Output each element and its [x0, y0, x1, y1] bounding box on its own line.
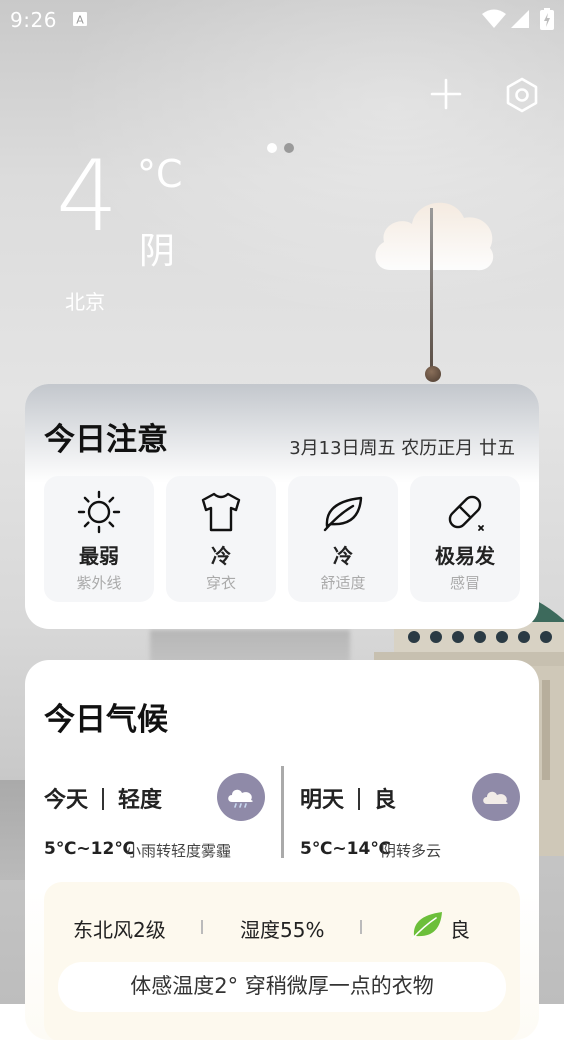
current-condition: 阴	[139, 231, 176, 272]
tomorrow-label: 明天	[300, 788, 345, 813]
cloud-icon	[472, 773, 520, 821]
humidity-info: 湿度55%	[240, 918, 325, 942]
sun-icon	[77, 490, 121, 534]
tower-spire	[430, 208, 433, 373]
page-dot-active	[267, 143, 277, 153]
tile-uv-value: 最弱	[79, 544, 119, 568]
feels-like: 体感温度2° 穿稍微厚一点的衣物	[58, 962, 506, 1012]
current-temperature: 4	[56, 140, 119, 254]
sim-icon: A	[73, 12, 87, 27]
settings-button[interactable]	[503, 76, 541, 114]
notice-title: 今日注意	[44, 422, 168, 458]
page-dot	[284, 143, 294, 153]
tile-clothing-value: 冷	[211, 544, 231, 568]
detail-separator	[201, 920, 203, 934]
signal-icon	[511, 10, 529, 28]
separator	[358, 788, 361, 810]
leaf-icon	[411, 912, 442, 940]
tile-comfort-value: 冷	[333, 544, 353, 568]
tomorrow-temp-range: 5℃~14℃	[300, 839, 391, 859]
tomorrow-description: 阴转多云	[381, 842, 442, 860]
today-header: 今天 轻度	[44, 782, 162, 814]
tile-cold-value: 极易发	[435, 544, 495, 568]
tile-uv[interactable]: 最弱 紫外线	[44, 476, 154, 602]
status-bar: 9:26 A	[0, 0, 564, 38]
today-description: 小雨转轻度雾霾	[126, 842, 232, 860]
today-climate-card: 今日气候 今天 轻度 5℃~12℃ 小雨转轻度雾霾 明天良 5℃~14℃ 阴转多云…	[25, 660, 539, 1040]
background-cloud-icon	[375, 202, 494, 271]
climate-details: 东北风2级 湿度55% 良 体感温度2° 穿稍微厚一点的衣物	[44, 882, 520, 1040]
notice-date: 3月13日周五 农历正月 廿五	[289, 438, 515, 459]
city-name[interactable]: 北京	[65, 286, 105, 315]
pill-icon	[448, 495, 484, 531]
today-temp-range: 5℃~12℃	[44, 839, 135, 859]
tile-comfort-label: 舒适度	[320, 574, 366, 592]
leaf-icon	[323, 496, 363, 532]
climate-title: 今日气候	[44, 702, 168, 738]
wind-info: 东北风2级	[73, 918, 166, 942]
tile-cold-label: 感冒	[449, 574, 480, 592]
separator	[102, 788, 105, 810]
detail-separator	[360, 920, 362, 934]
rain-cloud-icon	[217, 773, 265, 821]
tomorrow-header: 明天 良	[300, 782, 396, 814]
page-indicator	[267, 143, 294, 153]
notice-tiles: 最弱 紫外线 冷 穿衣 冷 舒适度 极易发 感冒	[44, 476, 520, 602]
wifi-icon	[482, 9, 506, 28]
tile-clothing[interactable]: 冷 穿衣	[166, 476, 276, 602]
battery-icon	[540, 8, 554, 30]
today-aqi: 轻度	[118, 788, 163, 813]
tile-uv-label: 紫外线	[76, 574, 122, 592]
day-divider	[281, 766, 284, 858]
temperature-unit: °C	[137, 152, 183, 196]
tile-clothing-label: 穿衣	[205, 574, 236, 592]
tower-spire-ball	[425, 366, 441, 382]
air-quality: 良	[450, 918, 470, 942]
tile-comfort[interactable]: 冷 舒适度	[288, 476, 398, 602]
today-notice-card: 今日注意 3月13日周五 农历正月 廿五 最弱 紫外线 冷 穿衣 冷 舒适度 极…	[25, 384, 539, 629]
tile-cold[interactable]: 极易发 感冒	[410, 476, 520, 602]
status-time: 9:26	[10, 8, 57, 32]
svg-text:A: A	[76, 14, 84, 27]
tomorrow-aqi: 良	[374, 788, 397, 813]
today-label: 今天	[44, 788, 89, 813]
add-city-button[interactable]	[428, 76, 464, 112]
shirt-icon	[201, 492, 241, 532]
